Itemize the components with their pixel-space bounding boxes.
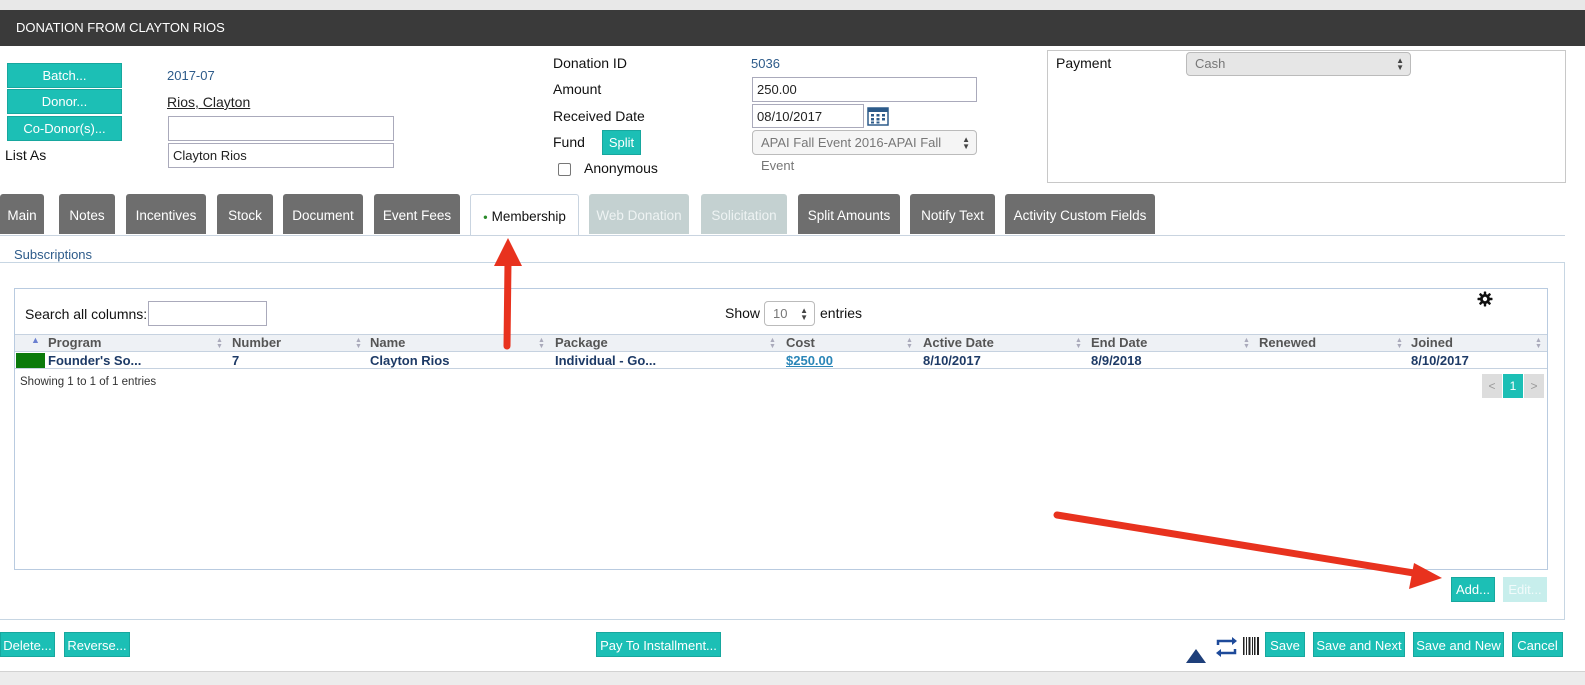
save-button[interactable]: Save bbox=[1265, 632, 1305, 657]
fund-select[interactable]: APAI Fall Event 2016-APAI Fall Event ▲ ▼ bbox=[752, 130, 977, 173]
cancel-button[interactable]: Cancel bbox=[1512, 632, 1563, 657]
list-as-label: List As bbox=[5, 147, 47, 163]
col-renewed[interactable]: Renewed bbox=[1259, 334, 1316, 352]
calendar-icon[interactable] bbox=[867, 106, 889, 126]
donation-id-label: Donation ID bbox=[553, 55, 627, 71]
tab-stock[interactable]: Stock bbox=[217, 194, 273, 234]
tab-split-amounts[interactable]: Split Amounts bbox=[798, 194, 900, 234]
anonymous-label: Anonymous bbox=[584, 160, 658, 176]
sort-icon: ▲ ▼ bbox=[216, 337, 223, 350]
barcode-icon[interactable] bbox=[1243, 637, 1259, 655]
window-title: DONATION FROM CLAYTON RIOS bbox=[0, 10, 1585, 46]
reverse-button[interactable]: Reverse... bbox=[64, 632, 130, 657]
search-label: Search all columns: bbox=[25, 306, 148, 322]
table-row[interactable] bbox=[15, 352, 1547, 369]
cell-program: Founder's So... bbox=[48, 353, 142, 368]
select-arrows-icon: ▲ ▼ bbox=[962, 134, 970, 151]
col-joined[interactable]: Joined bbox=[1411, 334, 1453, 352]
table-info: Showing 1 to 1 of 1 entries bbox=[20, 376, 157, 388]
sort-icon: ▲ ▼ bbox=[1396, 337, 1403, 350]
payment-select[interactable]: Cash ▲ ▼ bbox=[1186, 52, 1411, 76]
cell-name: Clayton Rios bbox=[370, 353, 450, 368]
tab-membership[interactable]: ● Membership bbox=[470, 194, 579, 236]
gear-icon[interactable] bbox=[1477, 291, 1493, 307]
donation-id-value: 5036 bbox=[751, 56, 780, 71]
pay-to-installment-button[interactable]: Pay To Installment... bbox=[596, 632, 721, 657]
sort-icon: ▲ ▼ bbox=[1243, 337, 1250, 350]
cell-end-date: 8/9/2018 bbox=[1091, 353, 1142, 368]
subscriptions-legend: Subscriptions bbox=[10, 247, 97, 262]
cell-package: Individual - Go... bbox=[555, 353, 657, 368]
delete-button[interactable]: Delete... bbox=[0, 632, 55, 657]
pager-next-button[interactable]: > bbox=[1524, 374, 1544, 398]
tab-notify-text[interactable]: Notify Text bbox=[910, 194, 995, 234]
cell-cost-link[interactable]: $250.00 bbox=[786, 352, 833, 369]
split-button[interactable]: Split bbox=[602, 130, 641, 155]
sort-icon: ▲ ▼ bbox=[538, 337, 545, 350]
bottom-strip bbox=[0, 671, 1585, 685]
list-as-field[interactable] bbox=[168, 143, 394, 168]
col-active-date[interactable]: Active Date bbox=[923, 334, 994, 352]
payment-label: Payment bbox=[1056, 55, 1112, 71]
scroll-top-icon[interactable] bbox=[1183, 645, 1209, 667]
sort-icon: ▲ ▼ bbox=[355, 337, 362, 350]
save-and-new-button[interactable]: Save and New bbox=[1413, 632, 1504, 657]
top-strip bbox=[0, 0, 1585, 10]
pager-page-1-button[interactable]: 1 bbox=[1503, 374, 1523, 398]
entries-select-value: 10 bbox=[773, 306, 788, 321]
sort-icon: ▲ ▼ bbox=[1535, 337, 1542, 350]
tab-notes[interactable]: Notes bbox=[59, 194, 115, 234]
amount-field[interactable] bbox=[752, 77, 977, 102]
search-input[interactable] bbox=[148, 301, 267, 326]
tab-activity-custom-fields[interactable]: Activity Custom Fields bbox=[1005, 194, 1155, 234]
row-color-swatch bbox=[16, 353, 45, 368]
tab-main[interactable]: Main bbox=[0, 194, 44, 234]
cell-active-date: 8/10/2017 bbox=[923, 353, 981, 368]
sort-asc-icon: ▲ bbox=[31, 335, 40, 345]
anonymous-checkbox[interactable] bbox=[558, 163, 571, 176]
fund-label: Fund bbox=[553, 134, 585, 150]
col-number[interactable]: Number bbox=[232, 334, 281, 352]
show-label: Show bbox=[725, 305, 761, 321]
col-program[interactable]: Program bbox=[48, 334, 101, 352]
edit-button[interactable]: Edit... bbox=[1503, 577, 1547, 602]
col-cost[interactable]: Cost bbox=[786, 334, 815, 352]
batch-value: 2017-07 bbox=[167, 68, 215, 83]
entries-select[interactable]: 10 ▲ ▼ bbox=[764, 301, 815, 326]
received-date-label: Received Date bbox=[553, 108, 645, 124]
col-end-date[interactable]: End Date bbox=[1091, 334, 1147, 352]
tab-membership-label: Membership bbox=[491, 209, 566, 224]
donor-button[interactable]: Donor... bbox=[7, 89, 122, 114]
tab-solicitation[interactable]: Solicitation bbox=[701, 194, 787, 234]
entries-label: entries bbox=[820, 305, 863, 321]
active-dot-icon: ● bbox=[483, 212, 488, 222]
received-date-field[interactable] bbox=[752, 104, 864, 128]
select-arrows-icon: ▲ ▼ bbox=[1396, 56, 1404, 72]
col-name[interactable]: Name bbox=[370, 334, 405, 352]
tab-event-fees[interactable]: Event Fees bbox=[374, 194, 460, 234]
save-and-next-button[interactable]: Save and Next bbox=[1313, 632, 1405, 657]
amount-label: Amount bbox=[553, 81, 602, 97]
tab-web-donation[interactable]: Web Donation bbox=[589, 194, 689, 234]
tab-incentives[interactable]: Incentives bbox=[126, 194, 206, 234]
sort-icon: ▲ ▼ bbox=[1075, 337, 1082, 350]
cell-number: 7 bbox=[232, 353, 240, 368]
tab-document[interactable]: Document bbox=[283, 194, 363, 234]
sort-icon: ▲ ▼ bbox=[769, 337, 776, 350]
cell-joined: 8/10/2017 bbox=[1411, 353, 1469, 368]
col-package[interactable]: Package bbox=[555, 334, 608, 352]
batch-button[interactable]: Batch... bbox=[7, 63, 122, 88]
pager-prev-button[interactable]: < bbox=[1482, 374, 1502, 398]
refresh-icon[interactable] bbox=[1214, 633, 1239, 661]
payment-select-value: Cash bbox=[1195, 56, 1226, 71]
sort-icon: ▲ ▼ bbox=[906, 337, 913, 350]
add-button[interactable]: Add... bbox=[1451, 577, 1495, 602]
fund-select-value: APAI Fall Event 2016-APAI Fall Event bbox=[761, 135, 942, 173]
codonor-button[interactable]: Co-Donor(s)... bbox=[7, 116, 122, 141]
codonor-field[interactable] bbox=[168, 116, 394, 141]
select-arrows-icon: ▲ ▼ bbox=[800, 305, 808, 322]
donor-link[interactable]: Rios, Clayton bbox=[167, 94, 250, 110]
subscriptions-grid bbox=[14, 288, 1548, 570]
tab-underline bbox=[0, 235, 1565, 236]
